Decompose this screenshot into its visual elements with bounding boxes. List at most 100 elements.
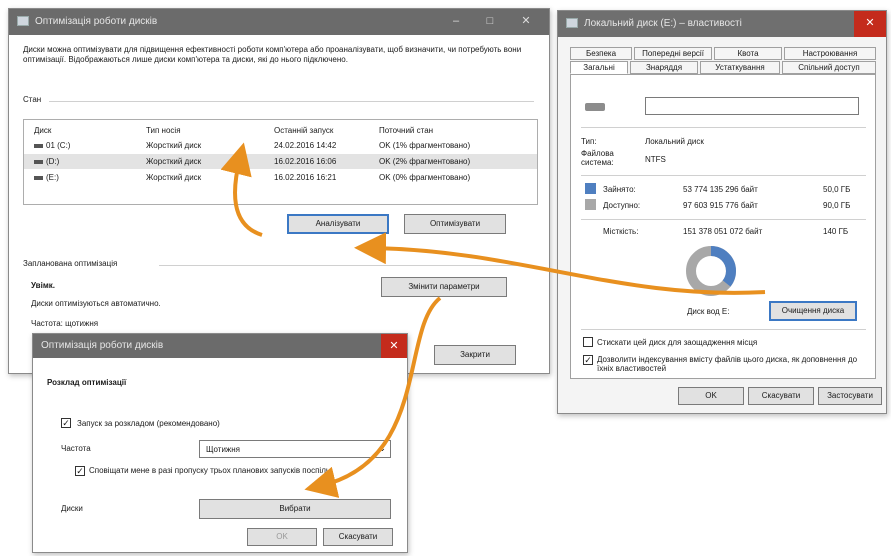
close-button[interactable]: ✕ bbox=[511, 9, 541, 33]
type-value: Локальний диск bbox=[645, 137, 704, 146]
run-on-schedule-label: Запуск за розкладом (рекомендовано) bbox=[77, 419, 220, 428]
analyze-button[interactable]: Аналізувати bbox=[287, 214, 389, 234]
capacity-bytes: 151 378 051 072 байт bbox=[683, 227, 763, 236]
frequency-label: Частота bbox=[61, 444, 91, 453]
fs-divider bbox=[581, 175, 866, 176]
index-label: Дозволити індексування вмісту файлів цьо… bbox=[597, 355, 858, 373]
tab-quota[interactable]: Квота bbox=[714, 47, 782, 60]
tab-general[interactable]: Загальні bbox=[570, 61, 628, 74]
drive-properties-window: Локальний диск (E:) – властивості ✕ Безп… bbox=[557, 10, 887, 414]
properties-apply-button[interactable]: Застосувати bbox=[818, 387, 882, 405]
cleanup-divider bbox=[581, 329, 866, 330]
capacity-gb: 140 ГБ bbox=[823, 227, 849, 236]
tab-previous-versions[interactable]: Попередні версії bbox=[634, 47, 712, 60]
schedule-titlebar: Оптимізація роботи дисків bbox=[33, 334, 407, 358]
status-cell: OK (1% фрагментовано) bbox=[379, 141, 471, 150]
compress-checkbox[interactable] bbox=[583, 337, 593, 347]
window-title: Оптимізація роботи дисків bbox=[35, 16, 158, 27]
free-gb: 90,0 ГБ bbox=[823, 201, 851, 210]
free-space-swatch bbox=[585, 199, 596, 210]
schedule-on-label: Увімк. bbox=[31, 281, 55, 290]
schedule-cancel-button[interactable]: Скасувати bbox=[323, 528, 393, 546]
used-bytes: 53 774 135 296 байт bbox=[683, 185, 758, 194]
last-run-cell: 24.02.2016 14:42 bbox=[274, 141, 337, 150]
close-dialog-button[interactable]: Закрити bbox=[434, 345, 516, 365]
tab-security[interactable]: Безпека bbox=[570, 47, 632, 60]
choose-drives-button[interactable]: Вибрати bbox=[199, 499, 391, 519]
auto-optimize-text: Диски оптимізуються автоматично. bbox=[31, 299, 161, 308]
drive-name-input[interactable] bbox=[645, 97, 859, 115]
table-row[interactable]: (D:) Жорсткий диск 16.02.2016 16:06 OK (… bbox=[24, 154, 537, 169]
status-label: Стан bbox=[23, 95, 42, 104]
free-label: Доступно: bbox=[603, 201, 641, 210]
properties-titlebar: Локальний диск (E:) – властивості bbox=[558, 11, 886, 37]
tab-hardware[interactable]: Устаткування bbox=[700, 61, 780, 74]
notify-label: Сповіщати мене в разі пропуску трьох пла… bbox=[89, 466, 331, 475]
scheduled-divider bbox=[159, 265, 534, 266]
column-header[interactable]: Диск bbox=[34, 126, 51, 135]
frequency-select[interactable]: Щотижня ⌄ bbox=[199, 440, 391, 458]
column-header[interactable]: Тип носія bbox=[146, 126, 181, 135]
schedule-title: Оптимізація роботи дисків bbox=[41, 340, 164, 351]
disk-cleanup-button[interactable]: Очищення диска bbox=[769, 301, 857, 321]
schedule-close-button[interactable]: ✕ bbox=[381, 334, 407, 358]
status-cell: OK (0% фрагментовано) bbox=[379, 173, 471, 182]
status-divider bbox=[49, 101, 534, 102]
media-type-cell: Жорсткий диск bbox=[146, 173, 202, 182]
optimize-button[interactable]: Оптимізувати bbox=[404, 214, 506, 234]
filesystem-label: Файлова система: bbox=[581, 149, 614, 167]
status-cell: OK (2% фрагментовано) bbox=[379, 157, 471, 166]
drive-name-cell: (E:) bbox=[34, 173, 59, 182]
drive-icon bbox=[566, 18, 578, 28]
type-label: Тип: bbox=[581, 137, 597, 146]
hard-drive-icon bbox=[34, 175, 43, 180]
drive-name-cell: (D:) bbox=[34, 157, 59, 166]
frequency-selected-value: Щотижня bbox=[206, 445, 241, 454]
schedule-ok-button[interactable]: OK bbox=[247, 528, 317, 546]
change-settings-button[interactable]: Змінити параметри bbox=[381, 277, 507, 297]
capacity-label: Місткість: bbox=[603, 227, 639, 236]
table-row[interactable]: (E:) Жорсткий диск 16.02.2016 16:21 OK (… bbox=[24, 170, 537, 185]
frequency-text: Частота: щотижня bbox=[31, 319, 99, 328]
minimize-button[interactable]: – bbox=[441, 9, 471, 33]
media-type-cell: Жорсткий диск bbox=[146, 157, 202, 166]
tab-sharing[interactable]: Спільний доступ bbox=[782, 61, 876, 74]
used-label: Зайнято: bbox=[603, 185, 636, 194]
drives-list[interactable]: Диск Тип носія Останній запуск Поточний … bbox=[23, 119, 538, 205]
properties-title: Локальний диск (E:) – властивості bbox=[584, 18, 742, 29]
last-run-cell: 16.02.2016 16:21 bbox=[274, 173, 337, 182]
compress-label: Стискати цей диск для заощадження місця bbox=[597, 338, 758, 347]
filesystem-value: NTFS bbox=[645, 155, 666, 164]
scheduled-optimization-label: Запланована оптимізація bbox=[23, 259, 118, 268]
notify-checkbox[interactable]: ✓ bbox=[75, 466, 85, 476]
schedule-heading: Розклад оптимізації bbox=[47, 378, 127, 387]
table-row[interactable]: 01 (C:) Жорсткий диск 24.02.2016 14:42 O… bbox=[24, 138, 537, 153]
hard-drive-icon bbox=[34, 159, 43, 164]
column-header[interactable]: Поточний стан bbox=[379, 126, 433, 135]
drive-large-icon bbox=[585, 103, 605, 111]
schedule-dialog: Оптимізація роботи дисків ✕ Розклад опти… bbox=[32, 333, 408, 553]
name-divider bbox=[581, 127, 866, 128]
properties-ok-button[interactable]: OK bbox=[678, 387, 744, 405]
used-space-swatch bbox=[585, 183, 596, 194]
description-text: Диски можна оптимізувати для підвищення … bbox=[23, 45, 522, 64]
maximize-button[interactable]: □ bbox=[475, 9, 505, 33]
properties-close-button[interactable]: ✕ bbox=[854, 11, 886, 37]
used-gb: 50,0 ГБ bbox=[823, 185, 851, 194]
drives-label: Диски bbox=[61, 504, 83, 513]
column-header[interactable]: Останній запуск bbox=[274, 126, 333, 135]
usage-donut-chart bbox=[686, 246, 736, 296]
run-on-schedule-checkbox[interactable]: ✓ bbox=[61, 418, 71, 428]
drive-name-cell: 01 (C:) bbox=[34, 141, 70, 150]
index-checkbox[interactable]: ✓ bbox=[583, 355, 593, 365]
optimize-drives-window: Оптимізація роботи дисків – □ ✕ Диски мо… bbox=[8, 8, 550, 374]
tab-customize[interactable]: Настроювання bbox=[784, 47, 876, 60]
disk-tool-icon bbox=[17, 16, 29, 26]
properties-cancel-button[interactable]: Скасувати bbox=[748, 387, 814, 405]
drives-list-header: Диск Тип носія Останній запуск Поточний … bbox=[24, 123, 537, 138]
last-run-cell: 16.02.2016 16:06 bbox=[274, 157, 337, 166]
hard-drive-icon bbox=[34, 143, 43, 148]
media-type-cell: Жорсткий диск bbox=[146, 141, 202, 150]
drive-letter-label: Диск вод E: bbox=[687, 307, 730, 316]
tab-tools[interactable]: Знаряддя bbox=[630, 61, 698, 74]
